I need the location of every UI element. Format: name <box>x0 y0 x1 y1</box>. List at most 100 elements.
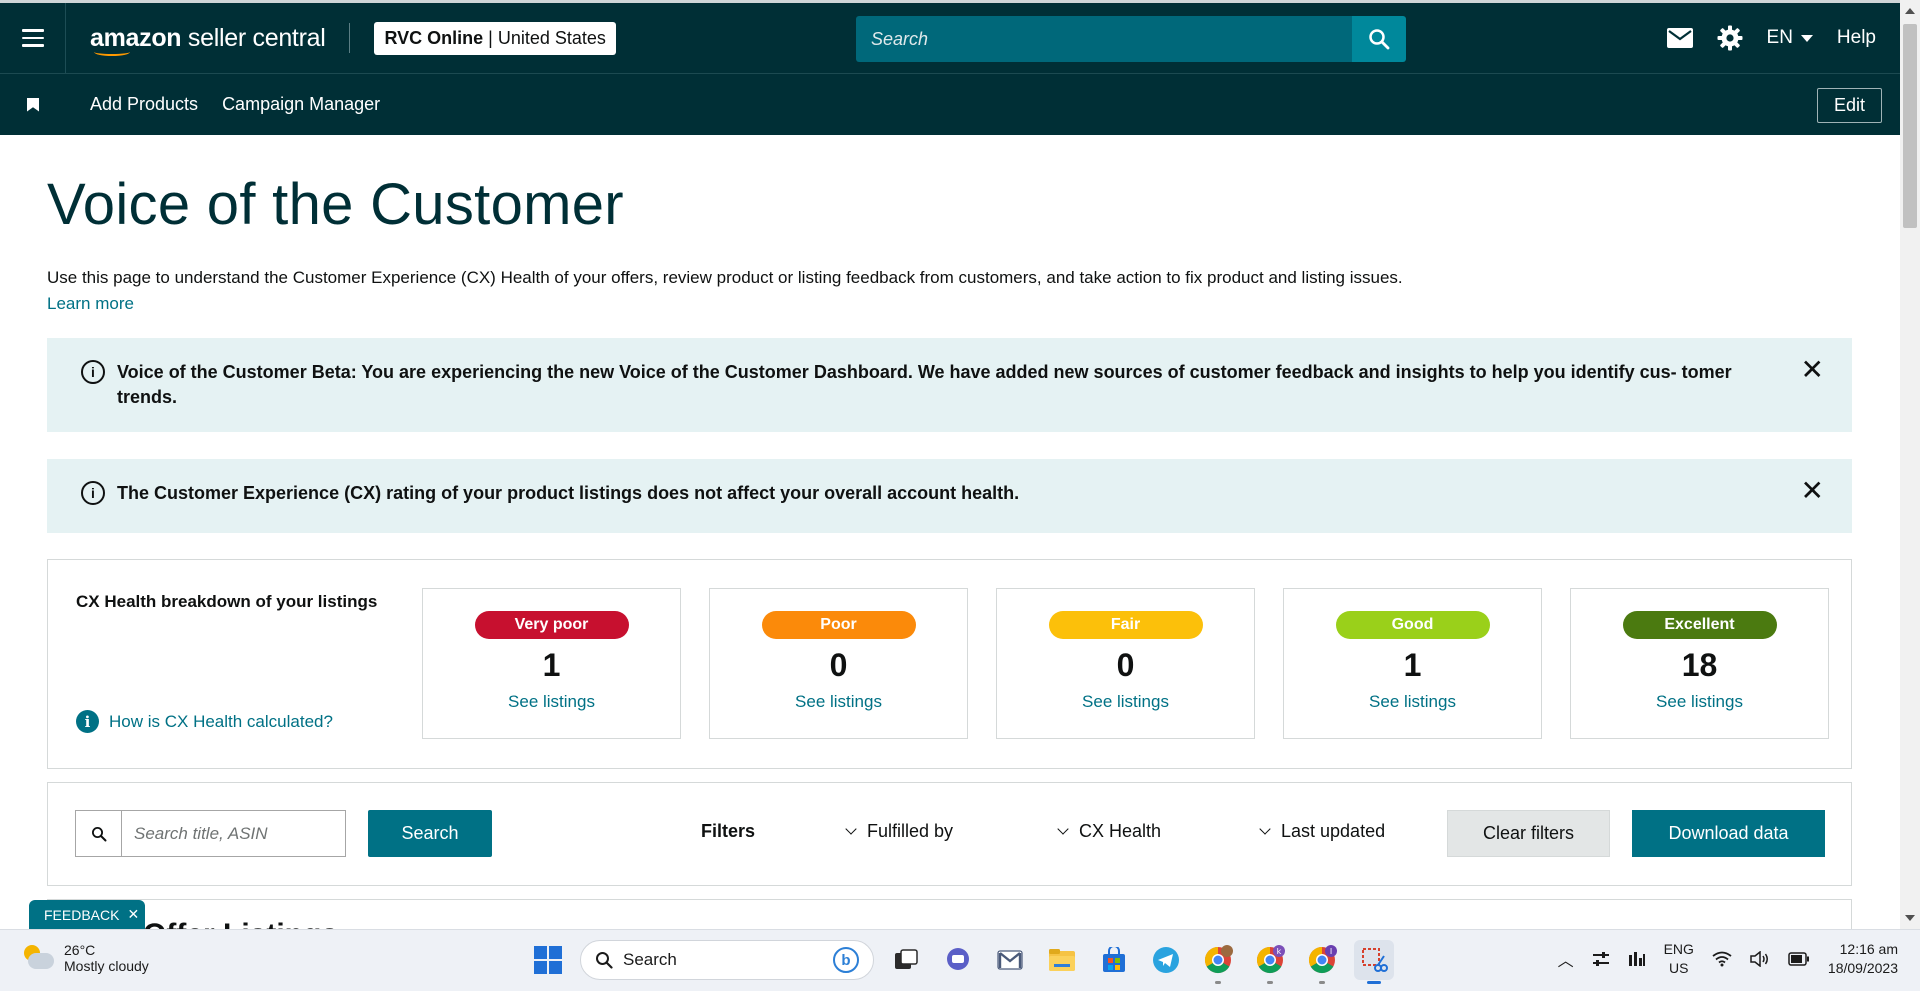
page-intro: Use this page to understand the Customer… <box>47 268 1403 287</box>
filter-panel: Search title, ASIN Search Filters Fulfil… <box>47 782 1852 886</box>
fulfilled-by-dropdown[interactable]: Fulfilled by <box>845 821 954 842</box>
page-title: Voice of the Customer <box>47 172 624 237</box>
bookmark-bar: Add Products Campaign Manager Edit <box>0 73 1900 135</box>
windows-start-icon[interactable] <box>528 940 568 980</box>
taskbar-clock[interactable]: 12:16 am 18/09/2023 <box>1828 940 1898 978</box>
caret-down-icon <box>1800 34 1813 42</box>
cx-health-dropdown[interactable]: CX Health <box>1057 821 1162 842</box>
rating-badge: Excellent <box>1622 611 1777 639</box>
taskbar-search[interactable]: Search b <box>580 940 874 980</box>
fulfilled-by-label: Fulfilled by <box>867 821 954 841</box>
taskbar-apps: Search b k I <box>528 940 1394 984</box>
see-listings-link[interactable]: See listings <box>1082 692 1169 712</box>
bookmark-icon[interactable] <box>0 97 66 112</box>
chrome-profile-2-icon[interactable]: k <box>1250 940 1290 984</box>
taskbar-search-label: Search <box>623 950 677 969</box>
file-explorer-icon[interactable] <box>1042 940 1082 980</box>
listing-search-button[interactable]: Search <box>368 810 492 857</box>
cx-card-fair: Fair 0 See listings <box>996 588 1255 739</box>
clear-filters-button[interactable]: Clear filters <box>1447 810 1610 857</box>
chrome-profile-1-icon[interactable] <box>1198 940 1238 984</box>
amazon-seller-central-logo[interactable]: amazon seller central <box>90 18 326 58</box>
input-language-line1: ENG <box>1663 941 1694 957</box>
rating-count: 18 <box>1681 647 1718 683</box>
edit-bookmarks-button[interactable]: Edit <box>1816 88 1882 123</box>
cx-rating-alert: i The Customer Experience (CX) rating of… <box>47 459 1852 533</box>
nav-add-products[interactable]: Add Products <box>90 94 198 115</box>
weather-temperature: 26°C <box>64 942 96 958</box>
chevron-up-icon[interactable]: ︿ <box>1558 947 1574 971</box>
info-icon: i <box>81 481 105 505</box>
weather-cloudy-icon <box>22 945 54 971</box>
battery-icon[interactable] <box>1788 952 1810 966</box>
scrollbar-thumb[interactable] <box>1903 24 1917 228</box>
info-icon: i <box>81 360 105 384</box>
cx-health-calc-link[interactable]: i How is CX Health calculated? <box>76 710 333 733</box>
hamburger-menu-icon[interactable] <box>0 3 66 73</box>
learn-more-link[interactable]: Learn more <box>47 294 134 314</box>
os-taskbar: 26°C Mostly cloudy Search b k I ︿ ENG US <box>0 929 1920 991</box>
wifi-icon[interactable] <box>1712 951 1732 967</box>
cx-health-calc-text: How is CX Health calculated? <box>109 711 333 731</box>
search-icon <box>76 811 122 856</box>
last-updated-dropdown[interactable]: Last updated <box>1259 821 1385 842</box>
help-link[interactable]: Help <box>1837 27 1876 49</box>
task-view-icon[interactable] <box>886 940 926 980</box>
filters-label: Filters <box>701 821 756 841</box>
search-icon <box>1369 29 1390 50</box>
telegram-icon[interactable] <box>1146 940 1186 980</box>
listing-search-field[interactable]: Search title, ASIN <box>75 810 346 857</box>
clock-date: 18/09/2023 <box>1827 960 1898 976</box>
feedback-label: FEEDBACK <box>44 906 120 923</box>
see-listings-link[interactable]: See listings <box>508 692 595 712</box>
header-actions: EN Help <box>1666 3 1876 73</box>
cx-health-filter-label: CX Health <box>1079 821 1162 841</box>
account-name: RVC Online <box>384 27 484 48</box>
nav-campaign-manager[interactable]: Campaign Manager <box>222 94 380 115</box>
beta-alert-message: Voice of the Customer Beta: You are expe… <box>117 362 1732 407</box>
rating-count: 1 <box>542 647 561 683</box>
teams-chat-icon[interactable] <box>938 940 978 980</box>
input-language[interactable]: ENG US <box>1664 940 1694 978</box>
microsoft-store-icon[interactable] <box>1094 940 1134 980</box>
mail-icon[interactable] <box>1666 28 1693 48</box>
performance-icon[interactable] <box>1628 951 1646 967</box>
cx-health-label: CX Health breakdown of your listings <box>76 592 378 611</box>
see-listings-link[interactable]: See listings <box>1369 692 1456 712</box>
top-header: amazon seller central RVC Online | Unite… <box>0 3 1900 73</box>
gear-icon[interactable] <box>1717 25 1743 51</box>
download-data-button[interactable]: Download data <box>1632 810 1825 857</box>
snipping-tool-icon[interactable] <box>1354 940 1394 984</box>
listing-search-input[interactable]: Search title, ASIN <box>122 811 345 856</box>
close-icon[interactable]: ✕ <box>1801 356 1824 384</box>
account-switcher[interactable]: RVC Online | United States <box>374 21 616 55</box>
chevron-down-icon <box>845 823 857 835</box>
rating-badge: Poor <box>761 611 916 639</box>
weather-widget[interactable]: 26°C Mostly cloudy <box>22 942 149 974</box>
scroll-down-icon[interactable] <box>1905 915 1915 921</box>
account-region: United States <box>497 27 606 48</box>
feedback-tab[interactable]: FEEDBACK ✕ <box>29 900 145 929</box>
cx-card-excellent: Excellent 18 See listings <box>1570 588 1829 739</box>
amazon-smile-icon <box>94 48 130 56</box>
close-icon[interactable]: ✕ <box>127 906 139 923</box>
volume-icon[interactable] <box>1750 951 1770 967</box>
gmail-icon[interactable] <box>990 940 1030 980</box>
global-search-input[interactable]: Search <box>856 16 1352 62</box>
chevron-down-icon <box>1057 823 1069 835</box>
language-selector[interactable]: EN <box>1767 27 1813 49</box>
see-listings-link[interactable]: See listings <box>795 692 882 712</box>
see-listings-link[interactable]: See listings <box>1656 692 1743 712</box>
cx-card-very-poor: Very poor 1 See listings <box>422 588 681 739</box>
page-scrollbar[interactable] <box>1900 0 1920 929</box>
rating-count: 1 <box>1403 647 1422 683</box>
rating-badge: Fair <box>1048 611 1203 639</box>
weather-description: Mostly cloudy <box>64 958 149 974</box>
sliders-icon[interactable] <box>1592 951 1610 967</box>
close-icon[interactable]: ✕ <box>1801 477 1824 505</box>
chrome-profile-3-icon[interactable]: I <box>1302 940 1342 984</box>
global-search-button[interactable] <box>1352 16 1406 62</box>
scroll-up-icon[interactable] <box>1905 8 1915 14</box>
bing-icon[interactable]: b <box>833 947 859 973</box>
main-content: Voice of the Customer Use this page to u… <box>47 135 1852 929</box>
